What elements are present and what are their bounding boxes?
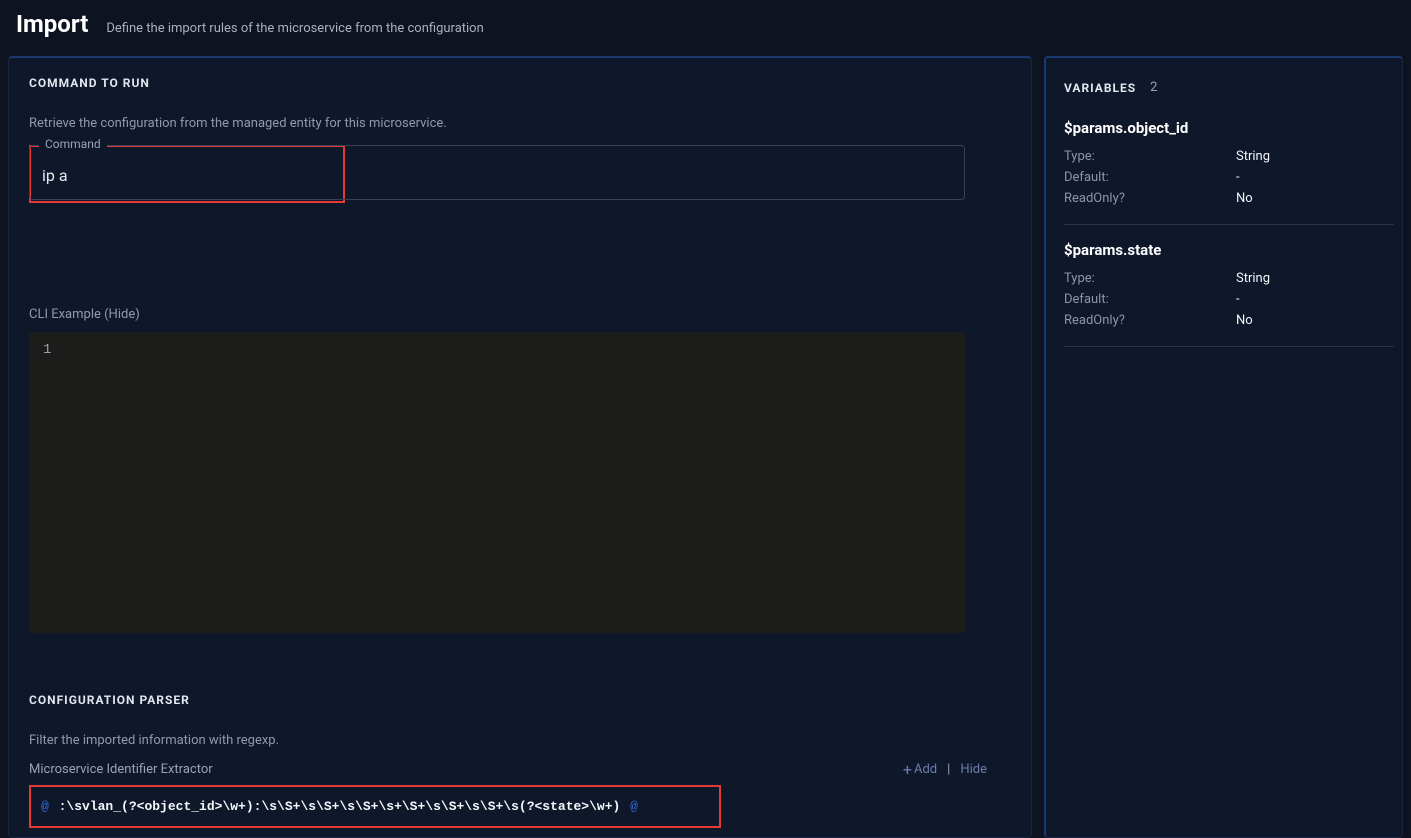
- variable-item: $params.state Type:String Default:- Read…: [1064, 241, 1394, 347]
- var-type-val: String: [1236, 149, 1270, 164]
- regex-extractor[interactable]: @ :\svlan_(?<object_id>\w+):\s\S+\s\S+\s…: [29, 785, 721, 828]
- regex-delim-open: @: [41, 799, 49, 814]
- variable-item: $params.object_id Type:String Default:- …: [1064, 119, 1394, 225]
- add-label: Add: [914, 762, 937, 777]
- variables-panel: VARIABLES 2 $params.object_id Type:Strin…: [1044, 56, 1403, 838]
- command-section-title: COMMAND TO RUN: [29, 76, 1011, 90]
- var-readonly-val: No: [1236, 313, 1253, 328]
- var-readonly-val: No: [1236, 191, 1253, 206]
- var-type-key: Type:: [1064, 271, 1236, 286]
- page-title: Import: [16, 10, 88, 38]
- var-type-val: String: [1236, 271, 1270, 286]
- cli-example-area[interactable]: 1: [29, 332, 965, 633]
- var-default-key: Default:: [1064, 170, 1236, 185]
- var-default-val: -: [1236, 292, 1240, 307]
- variable-name: $params.object_id: [1064, 119, 1394, 137]
- command-input[interactable]: [42, 166, 952, 185]
- var-default-key: Default:: [1064, 292, 1236, 307]
- variable-name: $params.state: [1064, 241, 1394, 259]
- main-panel: COMMAND TO RUN Retrieve the configuratio…: [8, 56, 1032, 838]
- var-default-val: -: [1236, 170, 1240, 185]
- page-header: Import Define the import rules of the mi…: [0, 0, 1411, 56]
- var-readonly-key: ReadOnly?: [1064, 313, 1236, 328]
- parser-section-title: CONFIGURATION PARSER: [29, 693, 1011, 707]
- regex-pattern: :\svlan_(?<object_id>\w+):\s\S+\s\S+\s\S…: [59, 799, 621, 814]
- regex-delim-close: @: [630, 799, 638, 814]
- command-field-wrap: Command: [29, 145, 965, 200]
- extractor-label: Microservice Identifier Extractor: [29, 762, 213, 777]
- variables-count: 2: [1150, 80, 1157, 95]
- page-subtitle: Define the import rules of the microserv…: [106, 21, 483, 36]
- var-type-key: Type:: [1064, 149, 1236, 164]
- action-divider: |: [947, 762, 950, 777]
- parser-section-desc: Filter the imported information with reg…: [29, 733, 1011, 748]
- variables-title: VARIABLES: [1064, 81, 1136, 95]
- cli-example-toggle[interactable]: CLI Example (Hide): [29, 307, 1011, 322]
- var-readonly-key: ReadOnly?: [1064, 191, 1236, 206]
- add-button[interactable]: + Add: [903, 762, 937, 777]
- cli-line-number: 1: [43, 342, 51, 358]
- command-field-label: Command: [39, 137, 107, 151]
- command-section-desc: Retrieve the configuration from the mana…: [29, 116, 1011, 131]
- hide-button[interactable]: Hide: [960, 762, 987, 777]
